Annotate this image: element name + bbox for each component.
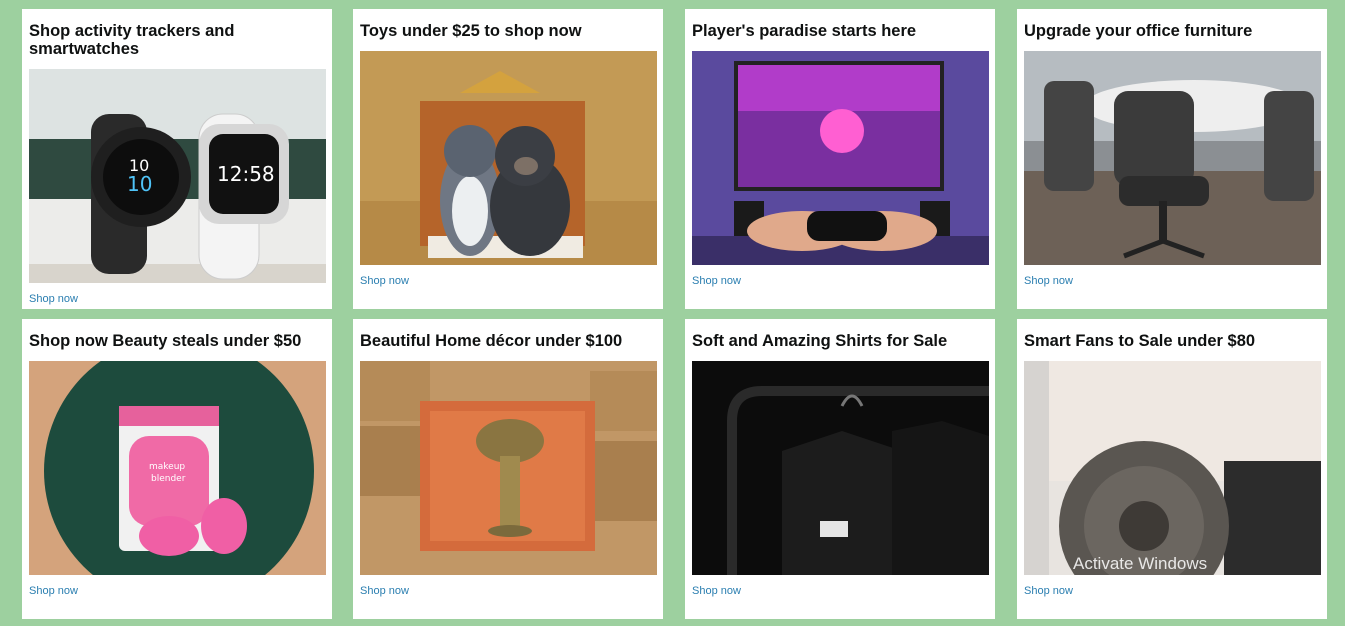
card-home-decor: Beautiful Home décor under $100 Shop now <box>353 319 663 619</box>
shop-now-link[interactable]: Shop now <box>29 293 78 305</box>
plush-toys-image[interactable] <box>360 51 657 265</box>
black-shirts-image[interactable] <box>692 361 989 575</box>
svg-text:makeup: makeup <box>149 462 185 472</box>
card-title[interactable]: Soft and Amazing Shirts for Sale <box>692 332 988 350</box>
table-lamp-image[interactable] <box>360 361 657 575</box>
shop-now-link[interactable]: Shop now <box>1024 585 1073 597</box>
svg-text:blender: blender <box>151 474 186 484</box>
shop-now-link[interactable]: Shop now <box>692 585 741 597</box>
card-title[interactable]: Player's paradise starts here <box>692 22 988 40</box>
card-smart-fans: Smart Fans to Sale under $80 Shop now <box>1017 319 1327 619</box>
office-chairs-image[interactable] <box>1024 51 1321 265</box>
card-title[interactable]: Shop now Beauty steals under $50 <box>29 332 325 350</box>
card-beauty: Shop now Beauty steals under $50 makeup … <box>22 319 332 619</box>
card-title[interactable]: Smart Fans to Sale under $80 <box>1024 332 1320 350</box>
card-title[interactable]: Beautiful Home décor under $100 <box>360 332 656 350</box>
smart-fan-image[interactable] <box>1024 361 1321 575</box>
shop-now-link[interactable]: Shop now <box>29 585 78 597</box>
svg-text:12:58: 12:58 <box>217 162 275 186</box>
product-card-grid: Shop activity trackers and smartwatches … <box>0 0 1345 626</box>
svg-text:10: 10 <box>127 172 152 196</box>
makeup-blender-image[interactable]: makeup blender <box>29 361 326 575</box>
shop-now-link[interactable]: Shop now <box>360 585 409 597</box>
card-title[interactable]: Shop activity trackers and smartwatches <box>29 22 325 58</box>
gaming-setup-image[interactable] <box>692 51 989 265</box>
shop-now-link[interactable]: Shop now <box>360 275 409 287</box>
shop-now-link[interactable]: Shop now <box>692 275 741 287</box>
card-title[interactable]: Toys under $25 to shop now <box>360 22 656 40</box>
card-shirts: Soft and Amazing Shirts for Sale Shop no… <box>685 319 995 619</box>
smartwatches-image[interactable]: 10 10 12:58 <box>29 69 326 283</box>
shop-now-link[interactable]: Shop now <box>1024 275 1073 287</box>
card-gaming: Player's paradise starts here Shop now <box>685 9 995 309</box>
card-title[interactable]: Upgrade your office furniture <box>1024 22 1320 40</box>
card-office-furniture: Upgrade your office furniture Shop now <box>1017 9 1327 309</box>
card-activity-trackers: Shop activity trackers and smartwatches … <box>22 9 332 309</box>
card-toys: Toys under $25 to shop now Shop now <box>353 9 663 309</box>
